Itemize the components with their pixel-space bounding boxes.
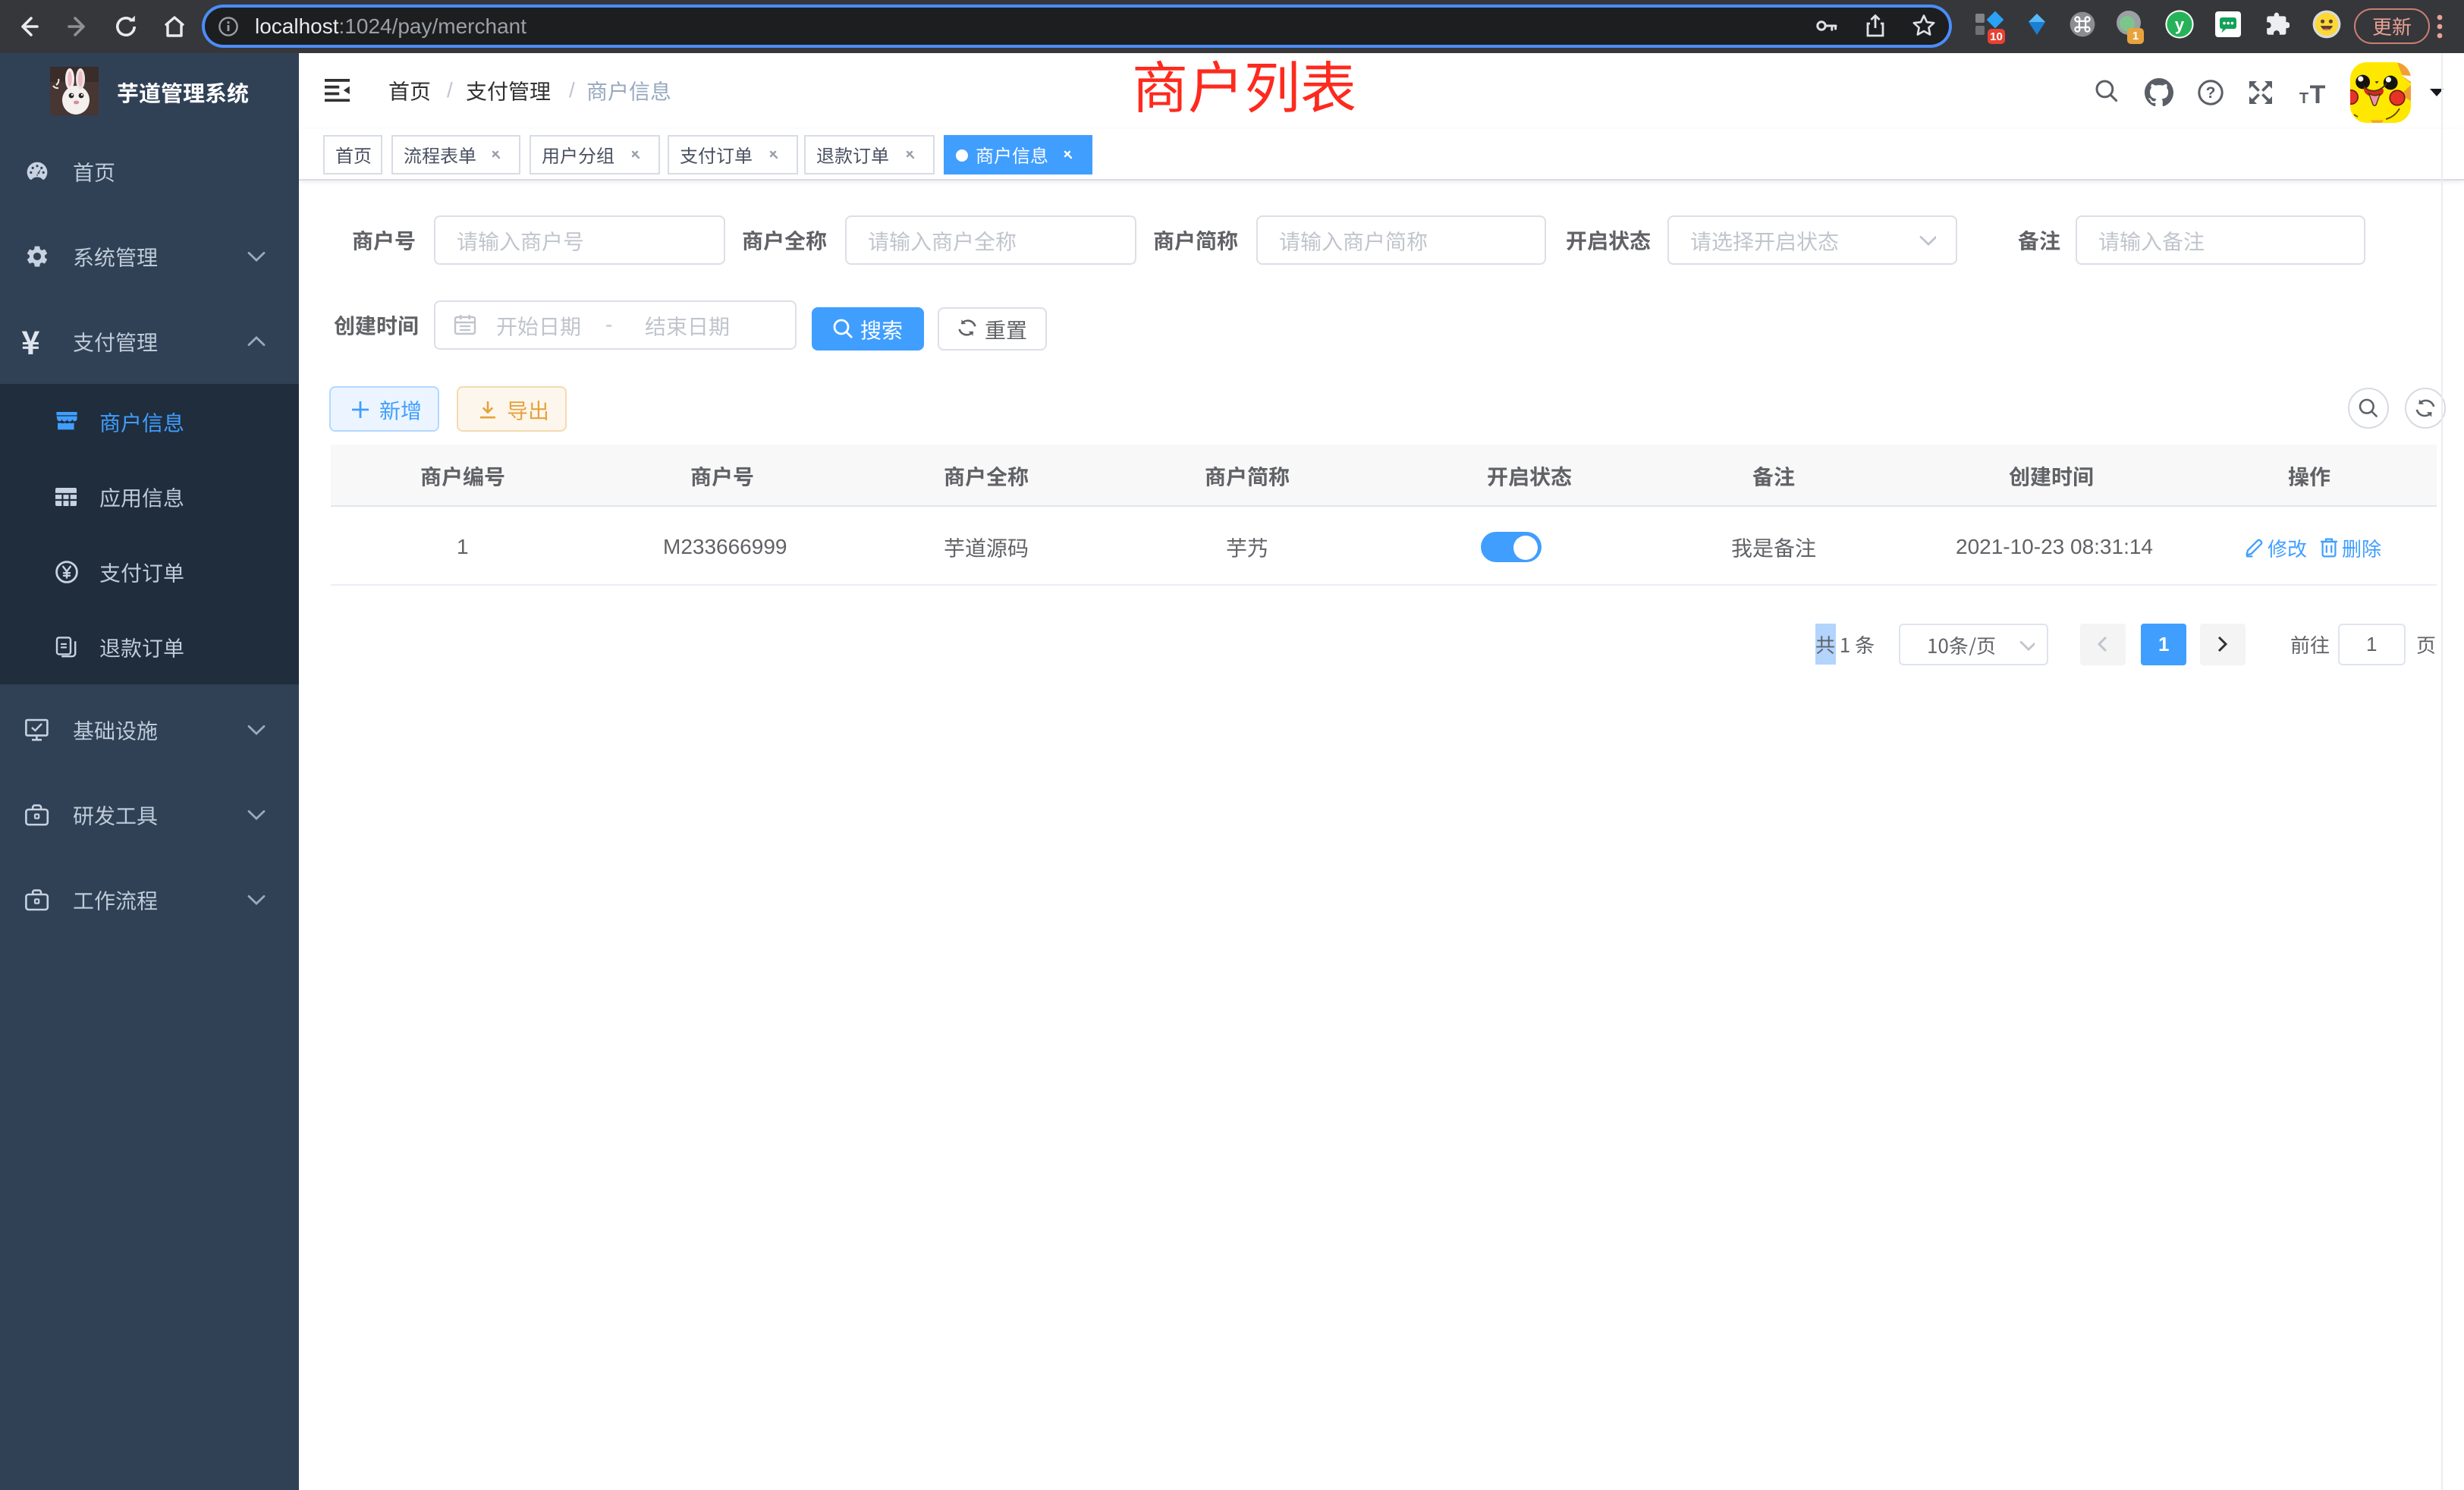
svg-text:y: y (2175, 15, 2185, 34)
svg-text:T: T (2310, 80, 2326, 106)
svg-text:T: T (2299, 90, 2308, 106)
svg-text:?: ? (2206, 84, 2216, 102)
